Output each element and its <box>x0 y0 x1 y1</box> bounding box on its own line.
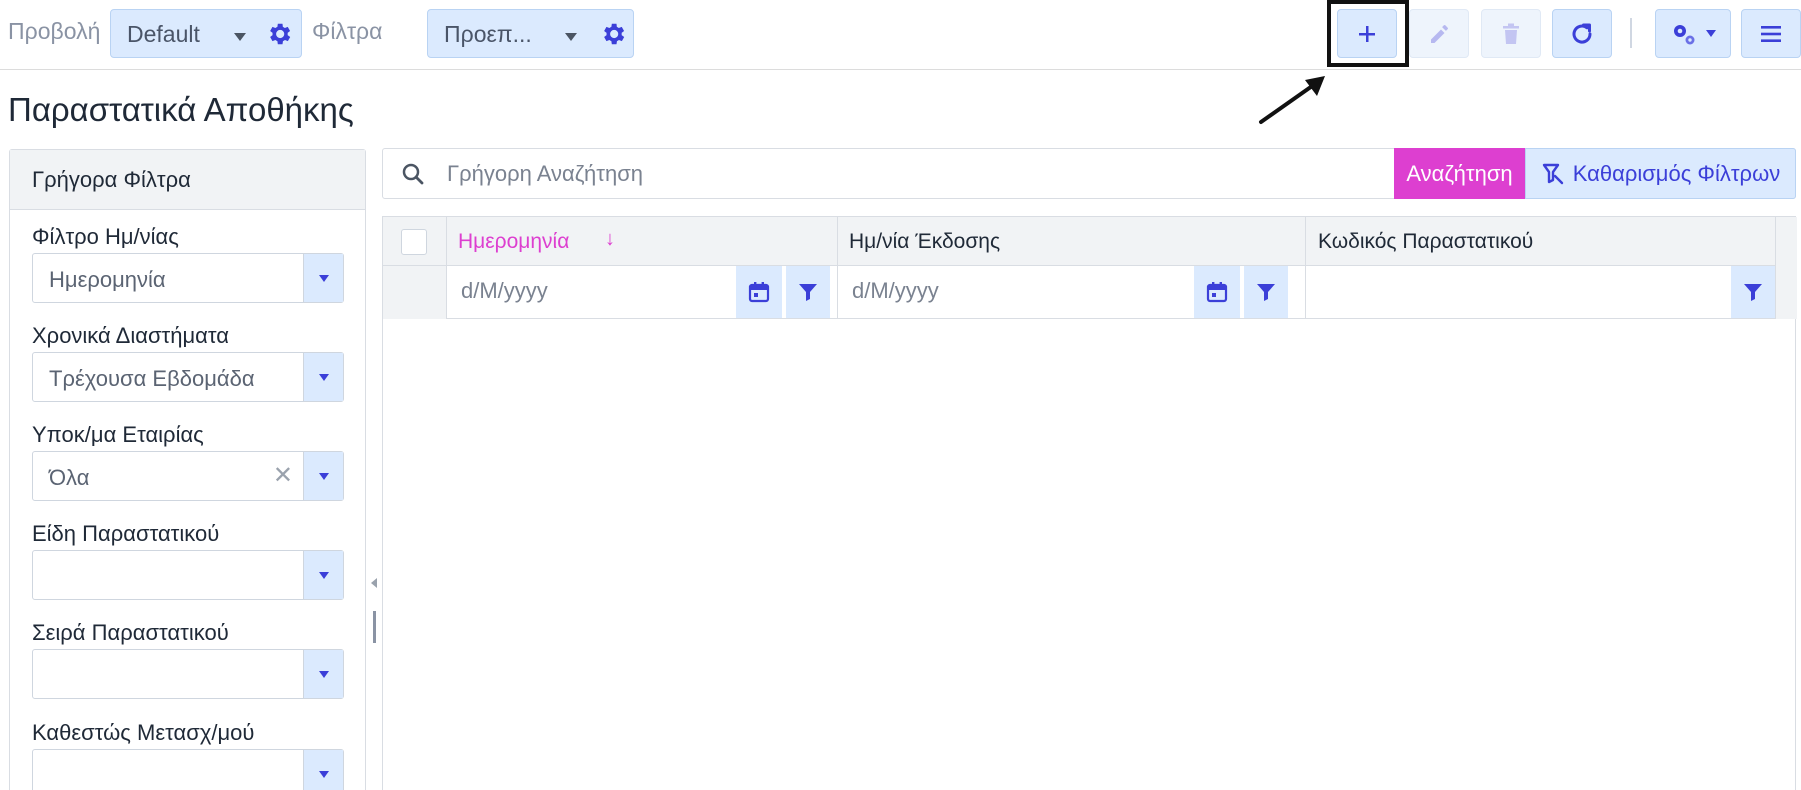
refresh-icon <box>1572 23 1592 43</box>
quick-filters-title: Γρήγορα Φίλτρα <box>10 150 365 210</box>
document-series-label: Σειρά Παραστατικού <box>32 620 229 645</box>
view-label: Προβολή <box>8 18 101 44</box>
edit-button[interactable] <box>1409 9 1469 58</box>
filters-select[interactable]: Προεπ... <box>427 9 634 58</box>
date-filter-label: Φίλτρο Ημ/νίας <box>32 224 179 249</box>
clear-icon[interactable]: ✕ <box>273 461 293 490</box>
search-icon <box>402 163 424 185</box>
search-button[interactable]: Αναζήτηση <box>1394 148 1525 199</box>
column-divider <box>1305 217 1306 319</box>
filter-row-gutter <box>383 266 446 319</box>
annotation-arrow-icon <box>1259 76 1325 124</box>
clear-filters-button[interactable]: Καθαρισμός Φίλτρων <box>1525 148 1796 199</box>
calendar-icon <box>1206 282 1228 303</box>
settings-dropdown-button[interactable] <box>1655 9 1731 58</box>
document-types-label: Είδη Παραστατικού <box>32 521 220 546</box>
filter-icon <box>799 284 817 301</box>
document-series-select[interactable] <box>32 649 344 699</box>
conversion-status-select[interactable] <box>32 749 344 790</box>
grid-header-row: Ημερομηνία ↓ Ημ/νία Έκδοσης Κωδικός Παρα… <box>383 217 1795 266</box>
document-types-select[interactable] <box>32 550 344 600</box>
chevron-down-icon[interactable] <box>303 650 343 698</box>
gear-icon[interactable] <box>265 20 293 48</box>
chevron-down-icon <box>234 33 246 41</box>
issue-date-filter-button[interactable] <box>1244 266 1288 318</box>
gears-icon <box>1674 24 1695 44</box>
documents-grid: Ημερομηνία ↓ Ημ/νία Έκδοσης Κωδικός Παρα… <box>382 216 1797 790</box>
quick-search-input[interactable] <box>447 159 1347 189</box>
column-header-document-code[interactable]: Κωδικός Παραστατικού <box>1318 230 1533 254</box>
column-divider <box>446 217 447 319</box>
time-periods-value: Τρέχουσα Εβδομάδα <box>49 366 255 391</box>
calendar-icon <box>748 282 770 303</box>
quick-filters-panel: Γρήγορα Φίλτρα Φίλτρο Ημ/νίας Ημερομηνία… <box>9 149 366 790</box>
page-title: Παραστατικά Αποθήκης <box>8 91 354 128</box>
gear-icon[interactable] <box>599 20 627 48</box>
highlight-box <box>1327 0 1409 67</box>
date-filter-value: Ημερομηνία <box>49 267 166 292</box>
filters-select-value: Προεπ... <box>444 21 532 47</box>
sort-desc-icon[interactable]: ↓ <box>605 228 615 251</box>
date-filter-input[interactable]: d/M/yyyy <box>461 278 548 304</box>
chevron-down-icon[interactable] <box>303 353 343 401</box>
menu-button[interactable] <box>1741 9 1801 58</box>
column-header-issue-date[interactable]: Ημ/νία Έκδοσης <box>849 230 1000 254</box>
chevron-down-icon <box>1706 30 1716 37</box>
delete-button[interactable] <box>1481 9 1541 58</box>
filter-icon <box>1257 284 1275 301</box>
clear-filters-label: Καθαρισμός Φίλτρων <box>1572 160 1781 186</box>
collapse-panel-icon[interactable] <box>371 578 377 588</box>
chevron-down-icon[interactable] <box>303 452 343 500</box>
filters-label: Φίλτρα <box>312 18 383 44</box>
trash-icon <box>1503 23 1519 44</box>
top-toolbar: Προβολή Default Φίλτρα Προεπ... <box>0 0 1801 70</box>
time-periods-select[interactable]: Τρέχουσα Εβδομάδα <box>32 352 344 402</box>
column-header-date[interactable]: Ημερομηνία <box>458 230 569 254</box>
company-branch-select[interactable]: Όλα ✕ <box>32 451 344 501</box>
chevron-down-icon <box>565 33 577 41</box>
view-select[interactable]: Default <box>110 9 302 58</box>
date-calendar-button[interactable] <box>736 266 782 318</box>
column-divider <box>837 217 838 319</box>
document-code-filter-button[interactable] <box>1731 266 1775 318</box>
filter-clear-icon <box>1542 163 1563 184</box>
chevron-down-icon[interactable] <box>303 254 343 302</box>
toolbar-divider <box>1630 18 1632 48</box>
grid-filter-row: d/M/yyyy d/M/yyyy <box>446 266 1775 319</box>
issue-date-calendar-button[interactable] <box>1194 266 1240 318</box>
date-filter-select[interactable]: Ημερομηνία <box>32 253 344 303</box>
grid-scroll-gutter <box>1775 217 1797 319</box>
company-branch-value: Όλα <box>49 465 90 490</box>
date-filter-button[interactable] <box>786 266 830 318</box>
panel-splitter[interactable] <box>373 611 376 643</box>
hamburger-icon <box>1761 25 1781 42</box>
refresh-button[interactable] <box>1552 9 1612 58</box>
chevron-down-icon[interactable] <box>303 551 343 599</box>
time-periods-label: Χρονικά Διαστήματα <box>32 323 229 348</box>
filter-icon <box>1744 284 1762 301</box>
select-all-checkbox[interactable] <box>401 229 427 255</box>
view-select-value: Default <box>127 21 200 47</box>
conversion-status-label: Καθεστώς Μετασχ/μού <box>32 720 255 745</box>
pencil-icon <box>1431 24 1448 43</box>
company-branch-label: Υποκ/μα Εταιρίας <box>32 422 204 447</box>
chevron-down-icon[interactable] <box>303 750 343 790</box>
issue-date-filter-input[interactable]: d/M/yyyy <box>852 278 939 304</box>
